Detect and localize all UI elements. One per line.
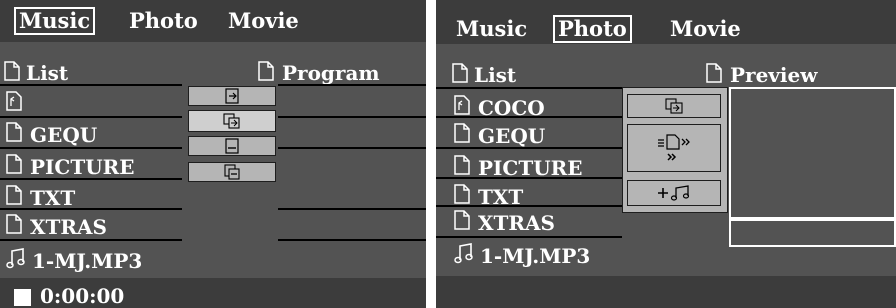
clear-program-icon bbox=[224, 164, 240, 180]
divider bbox=[0, 178, 182, 180]
tab-photo[interactable]: Photo bbox=[129, 9, 198, 33]
preview-pane bbox=[729, 87, 896, 219]
file-name: 1-MJ.MP3 bbox=[32, 249, 143, 273]
divider bbox=[436, 177, 622, 179]
folder-icon bbox=[6, 185, 22, 205]
folder-icon bbox=[6, 214, 22, 234]
file-name: 1-MJ.MP3 bbox=[480, 244, 591, 268]
divider bbox=[0, 84, 182, 86]
playback-time: 0:00:00 bbox=[40, 284, 125, 308]
file-icon bbox=[258, 61, 274, 81]
tab-music[interactable]: Music bbox=[14, 7, 96, 35]
music-note-icon bbox=[6, 248, 25, 269]
photo-screen: Music Photo Movie List Preview COCO GEQU… bbox=[436, 0, 896, 308]
folder-up-icon bbox=[454, 95, 470, 115]
file-name: XTRAS bbox=[478, 211, 555, 235]
tab-music[interactable]: Music bbox=[456, 17, 527, 41]
file-name: XTRAS bbox=[30, 215, 107, 239]
list-header-label: List bbox=[26, 61, 69, 85]
folder-icon bbox=[6, 122, 22, 142]
program-divider bbox=[278, 84, 426, 86]
remove-button[interactable] bbox=[188, 136, 276, 156]
insert-icon bbox=[223, 113, 240, 129]
add-music-icon bbox=[658, 185, 690, 201]
file-icon bbox=[4, 61, 20, 81]
add-to-program-icon bbox=[225, 88, 239, 104]
program-divider bbox=[278, 239, 426, 241]
music-screen: Music Photo Movie List Program GEQU PICT… bbox=[0, 0, 426, 308]
divider bbox=[436, 87, 622, 89]
file-name: PICTURE bbox=[30, 155, 135, 179]
list-header-label: List bbox=[474, 63, 517, 87]
divider bbox=[436, 236, 622, 238]
status-bar: 0:00:00 bbox=[0, 278, 426, 308]
divider bbox=[0, 239, 182, 241]
divider bbox=[436, 205, 622, 207]
insert-button[interactable] bbox=[188, 110, 276, 132]
add-to-program-button[interactable] bbox=[188, 86, 276, 106]
divider bbox=[0, 116, 182, 118]
divider bbox=[0, 208, 182, 210]
folder-icon bbox=[454, 184, 470, 204]
music-note-icon bbox=[454, 243, 473, 264]
file-name: GEQU bbox=[478, 124, 546, 148]
tab-movie[interactable]: Movie bbox=[670, 17, 741, 41]
folder-icon bbox=[6, 154, 22, 174]
remove-icon bbox=[225, 138, 239, 154]
folder-up-icon bbox=[6, 91, 22, 111]
status-bar bbox=[436, 276, 896, 308]
file-icon bbox=[452, 63, 468, 83]
tab-photo[interactable]: Photo bbox=[553, 15, 632, 43]
add-music-button[interactable] bbox=[627, 180, 721, 206]
program-header-label: Program bbox=[282, 61, 380, 85]
preview-header-label: Preview bbox=[730, 63, 818, 87]
slideshow-icon bbox=[665, 98, 683, 114]
slide-transition-icon bbox=[658, 134, 690, 161]
slide-transition-button[interactable] bbox=[627, 124, 721, 172]
file-icon bbox=[706, 63, 722, 83]
file-name: GEQU bbox=[30, 123, 98, 147]
program-divider bbox=[278, 147, 426, 149]
tab-movie[interactable]: Movie bbox=[228, 9, 299, 33]
clear-program-button[interactable] bbox=[188, 162, 276, 182]
file-name: TXT bbox=[30, 186, 76, 210]
divider bbox=[0, 147, 182, 149]
slideshow-controls bbox=[622, 87, 728, 213]
program-divider bbox=[278, 116, 426, 118]
stop-icon[interactable] bbox=[14, 289, 31, 306]
folder-icon bbox=[454, 210, 470, 230]
folder-icon bbox=[454, 123, 470, 143]
folder-icon bbox=[454, 155, 470, 175]
slideshow-button[interactable] bbox=[627, 94, 721, 118]
program-divider bbox=[278, 208, 426, 210]
tab-bar: Music Photo Movie bbox=[0, 0, 426, 42]
divider bbox=[436, 116, 622, 118]
divider bbox=[436, 147, 622, 149]
tab-bar: Music Photo Movie bbox=[436, 0, 896, 44]
preview-info-bar bbox=[729, 219, 896, 247]
